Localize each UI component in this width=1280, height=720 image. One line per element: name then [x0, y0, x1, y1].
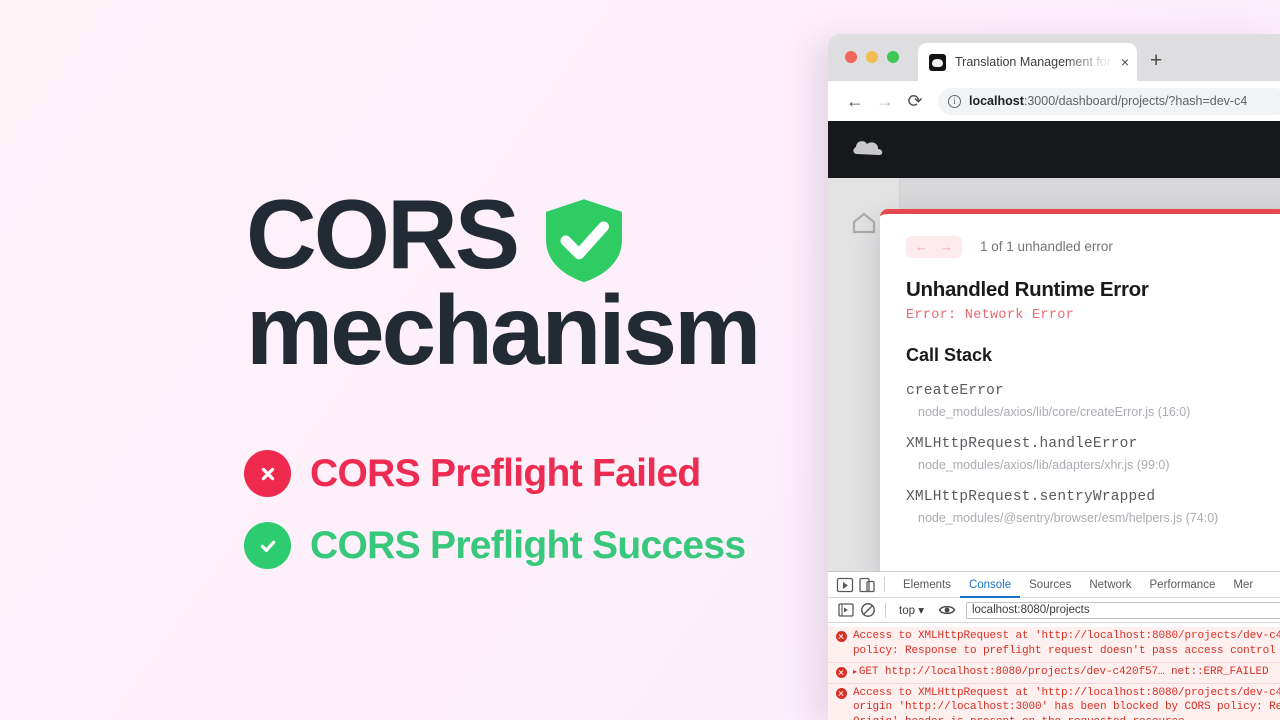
new-tab-button[interactable]: + — [1150, 50, 1162, 71]
context-label: top — [899, 605, 915, 617]
filter-value: localhost:8080/projects — [971, 604, 1090, 616]
divider — [885, 602, 886, 618]
headline-line-1: CORS — [246, 179, 520, 289]
console-sidebar-icon[interactable] — [835, 601, 857, 619]
headline-line-2: mechanism — [246, 275, 761, 386]
console-error-row[interactable]: Access to XMLHttpRequest at 'http://loca… — [828, 627, 1280, 663]
shield-check-icon — [539, 195, 629, 285]
error-nav-row: ← → 1 of 1 unhandled error — [906, 236, 1280, 258]
execution-context-selector[interactable]: top ▾ — [895, 603, 928, 617]
tab-sources[interactable]: Sources — [1020, 572, 1080, 598]
runtime-error-overlay: ← → 1 of 1 unhandled error Unhandled Run… — [880, 209, 1280, 579]
close-icon[interactable]: × — [1121, 55, 1129, 69]
app-logo-icon — [852, 137, 886, 162]
console-error-line: origin 'http://localhost:3000' has been … — [853, 701, 1280, 714]
maximize-window-button[interactable] — [887, 51, 899, 63]
expand-triangle-icon[interactable]: ▸ — [853, 668, 857, 677]
list-item: CORS Preflight Success — [244, 522, 746, 569]
next-error-button[interactable]: → — [940, 239, 953, 255]
console-output: Access to XMLHttpRequest at 'http://loca… — [828, 623, 1280, 720]
browser-tabstrip: Translation Management for so × + — [828, 34, 1280, 81]
browser-tab[interactable]: Translation Management for so × — [918, 43, 1137, 81]
previous-error-button[interactable]: ← — [915, 239, 928, 255]
app-favicon-icon — [929, 53, 946, 71]
inspect-element-icon[interactable] — [834, 576, 856, 594]
console-error-row[interactable]: ▸ GET http://localhost:8080/projects/dev-… — [828, 662, 1280, 684]
list-item: CORS Preflight Failed — [244, 450, 745, 497]
divider — [884, 577, 885, 592]
tab-memory[interactable]: Mer — [1224, 572, 1262, 598]
browser-toolbar: ← → ⟳ i localhost:3000/dashboard/project… — [828, 81, 1280, 121]
url-path: :3000/dashboard/projects/?hash=dev-c4 — [1023, 94, 1248, 108]
stack-frame-location: node_modules/axios/lib/core/createError.… — [918, 404, 1191, 419]
stack-frame[interactable]: createError node_modules/axios/lib/core/… — [906, 383, 1280, 419]
forward-button[interactable]: → — [870, 92, 900, 110]
stack-frame[interactable]: XMLHttpRequest.handleError node_modules/… — [906, 436, 1280, 472]
console-error-line: ▸ GET http://localhost:8080/projects/dev-… — [853, 665, 1269, 680]
stack-frame-function: XMLHttpRequest.sentryWrapped — [906, 488, 1156, 505]
console-toolbar: top ▾ localhost:8080/projects — [828, 598, 1280, 623]
status-label-failed: CORS Preflight Failed — [310, 451, 701, 495]
console-error-line: Access to XMLHttpRequest at 'http://loca… — [853, 630, 1280, 642]
console-error-row[interactable]: Access to XMLHttpRequest at 'http://loca… — [828, 683, 1280, 720]
address-bar[interactable]: i localhost:3000/dashboard/projects/?has… — [938, 87, 1280, 115]
tab-console[interactable]: Console — [960, 572, 1020, 598]
console-error-line: Origin' header is present on the request… — [853, 715, 1280, 720]
tab-title: Translation Management for so — [955, 55, 1112, 69]
console-error-line: Access to XMLHttpRequest at 'http://loca… — [853, 686, 1280, 699]
close-window-button[interactable] — [845, 51, 857, 63]
slide-left-panel: CORS mechanism CORS Preflight Failed COR… — [0, 0, 830, 720]
console-filter-input[interactable]: localhost:8080/projects — [965, 601, 1280, 619]
devtools-tabbar: Elements Console Sources Network Perform… — [828, 572, 1280, 598]
page-info-icon[interactable]: i — [948, 94, 961, 108]
stack-frame-location: node_modules/axios/lib/adapters/xhr.js (… — [918, 457, 1170, 472]
browser-window: Translation Management for so × + ← → ⟳ … — [828, 34, 1280, 720]
stack-frame-function: XMLHttpRequest.handleError — [906, 435, 1138, 452]
error-icon — [836, 666, 847, 678]
reload-button[interactable]: ⟳ — [900, 92, 930, 110]
tab-network[interactable]: Network — [1080, 572, 1140, 598]
page-title: CORS mechanism — [246, 179, 806, 386]
call-stack-heading: Call Stack — [906, 344, 993, 365]
status-label-success: CORS Preflight Success — [310, 523, 746, 567]
stack-frame-location: node_modules/@sentry/browser/esm/helpers… — [918, 510, 1219, 525]
error-title: Unhandled Runtime Error — [906, 277, 1149, 301]
error-icon — [836, 687, 847, 699]
minimize-window-button[interactable] — [866, 51, 878, 63]
window-controls[interactable] — [845, 51, 899, 63]
back-button[interactable]: ← — [840, 92, 870, 110]
device-toolbar-icon[interactable] — [856, 576, 878, 594]
clear-console-icon[interactable] — [857, 601, 879, 619]
devtools-panel: Elements Console Sources Network Perform… — [828, 571, 1280, 720]
check-circle-icon — [244, 522, 291, 569]
url-text: localhost:3000/dashboard/projects/?hash=… — [969, 94, 1247, 108]
tab-elements[interactable]: Elements — [894, 572, 960, 598]
live-expression-icon[interactable] — [936, 601, 958, 619]
error-count-label: 1 of 1 unhandled error — [980, 239, 1113, 255]
x-circle-icon — [244, 450, 291, 497]
chevron-down-icon: ▾ — [918, 605, 924, 617]
web-page-viewport: ← → 1 of 1 unhandled error Unhandled Run… — [828, 121, 1280, 579]
app-header-bar — [828, 121, 1280, 178]
error-icon — [836, 631, 847, 642]
stack-frame[interactable]: XMLHttpRequest.sentryWrapped node_module… — [906, 489, 1280, 525]
home-icon[interactable] — [851, 211, 877, 235]
tab-performance[interactable]: Performance — [1141, 572, 1225, 598]
console-error-line: policy: Response to preflight request do… — [853, 644, 1280, 657]
error-pager[interactable]: ← → — [906, 236, 962, 258]
url-host: localhost — [969, 94, 1024, 108]
error-message: Error: Network Error — [906, 307, 1075, 323]
console-error-text: GET http://localhost:8080/projects/dev-c… — [858, 665, 1269, 678]
status-list: CORS Preflight Failed CORS Preflight Suc… — [244, 450, 746, 594]
stack-frame-function: createError — [906, 382, 1004, 399]
